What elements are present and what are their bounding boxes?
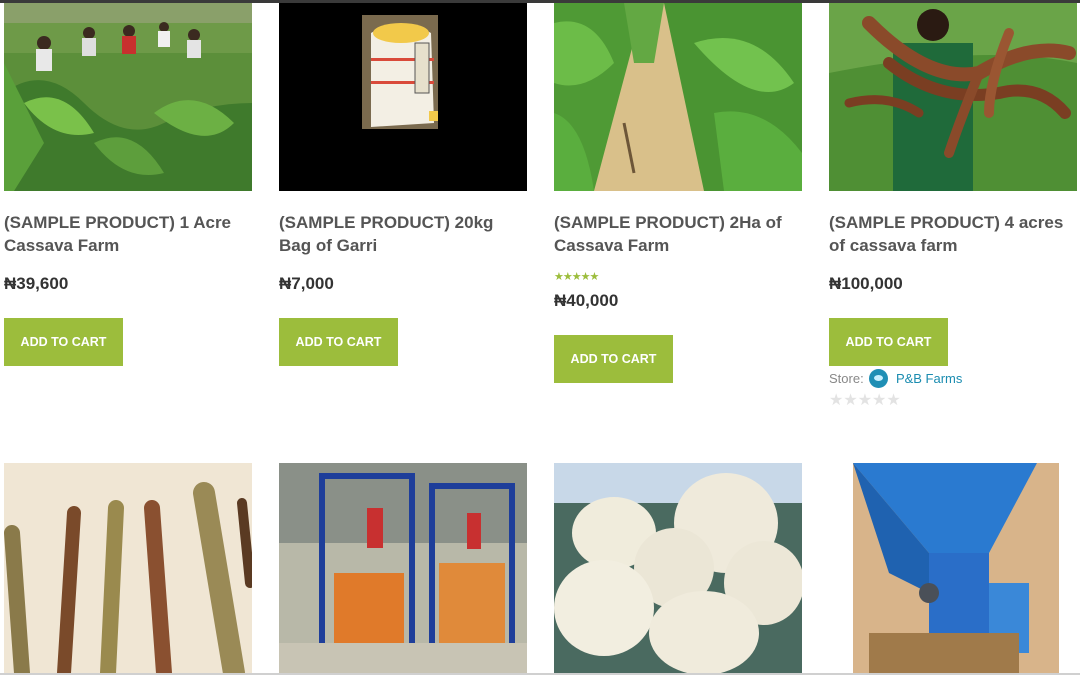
- product-title[interactable]: (SAMPLE PRODUCT) 20kg Bag of Garri: [279, 211, 527, 257]
- product-image-grater-machine[interactable]: [829, 463, 1077, 673]
- product-image-fufu-balls[interactable]: [554, 463, 802, 673]
- add-to-cart-button[interactable]: ADD TO CART: [554, 335, 673, 383]
- product-image-cassava-field[interactable]: [4, 3, 252, 191]
- rating-stars-empty: ★★★★★: [829, 392, 901, 409]
- add-to-cart-button[interactable]: ADD TO CART: [279, 318, 398, 366]
- product-price: ₦39,600: [4, 274, 69, 293]
- product-title[interactable]: (SAMPLE PRODUCT) 4 acres of cassava farm: [829, 211, 1077, 257]
- product-price: ₦40,000: [554, 291, 619, 310]
- product-price: ₦7,000: [279, 274, 334, 293]
- rating-stars: ★★★★★: [554, 271, 599, 283]
- store-info: Store: P&B Farms: [829, 369, 962, 388]
- store-label: Store:: [829, 371, 864, 386]
- add-to-cart-button[interactable]: ADD TO CART: [829, 318, 948, 366]
- add-to-cart-button[interactable]: ADD TO CART: [4, 318, 123, 366]
- product-title[interactable]: (SAMPLE PRODUCT) 2Ha of Cassava Farm: [554, 211, 802, 257]
- product-image-hydraulic-press[interactable]: [279, 463, 527, 673]
- product-price: ₦100,000: [829, 274, 903, 293]
- product-title[interactable]: (SAMPLE PRODUCT) 1 Acre Cassava Farm: [4, 211, 252, 257]
- store-name-link[interactable]: P&B Farms: [896, 371, 962, 386]
- store-logo-icon[interactable]: [869, 369, 889, 388]
- product-image-garri-bag[interactable]: [279, 3, 527, 191]
- product-image-cassava-rows[interactable]: [554, 3, 802, 191]
- product-image-cassava-stems[interactable]: [4, 463, 252, 673]
- product-image-cassava-tubers[interactable]: [829, 3, 1077, 191]
